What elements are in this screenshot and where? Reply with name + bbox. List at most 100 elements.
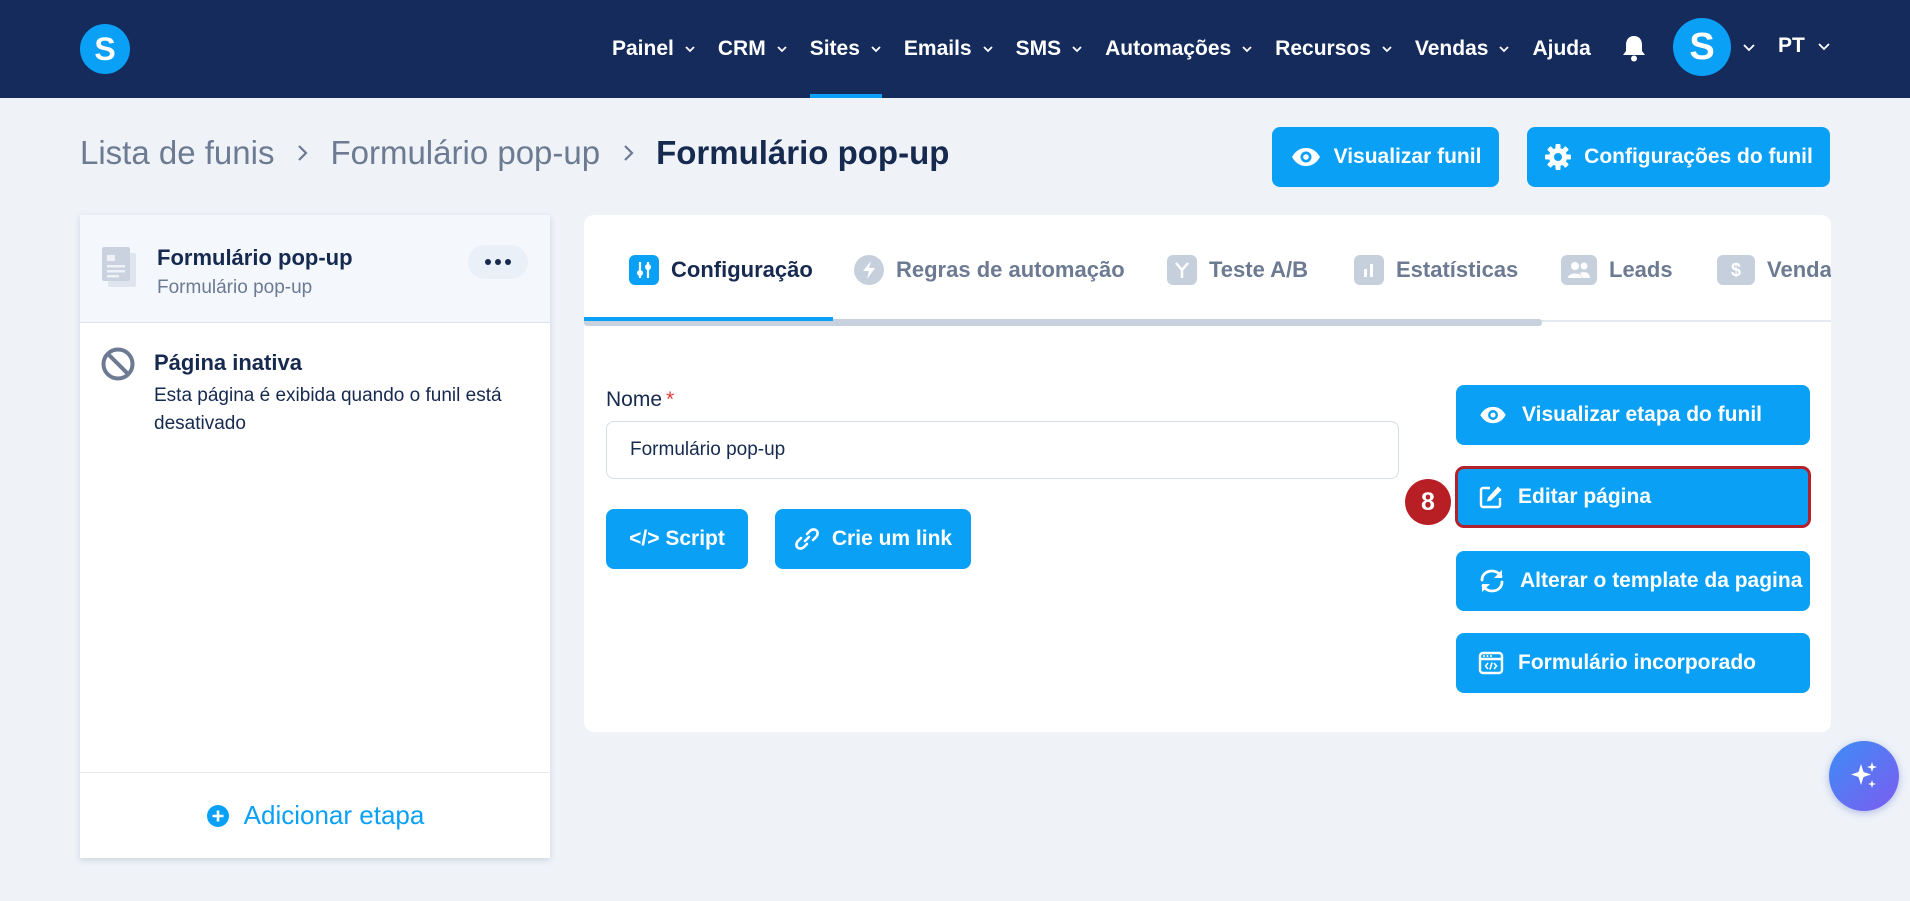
chevron-down-icon [1499,46,1510,53]
tab-label: Leads [1609,257,1673,282]
eye-icon [1480,406,1506,424]
tab-bar: Configuração Regras de automação Teste A… [584,215,1831,326]
nav-item-ajuda[interactable]: Ajuda [1532,0,1590,98]
chevron-down-icon[interactable] [1742,40,1756,54]
edit-page-button[interactable]: Editar página [1455,466,1811,528]
nav-item-recursos[interactable]: Recursos [1275,0,1393,98]
tab-label: Estatísticas [1396,257,1519,282]
nav-item-label: Vendas [1414,37,1489,60]
step-settings-panel: Configuração Regras de automação Teste A… [584,215,1831,732]
chevron-down-icon [685,46,695,53]
step-more-options-button[interactable] [468,245,528,279]
nav-item-sms[interactable]: SMS [1016,0,1084,98]
tab-regras-automacao[interactable]: Regras de automação [854,255,1125,285]
nav-item-sites[interactable]: Sites [809,0,883,98]
sliders-icon [629,255,659,285]
nav-item-label: Sites [809,37,860,60]
preview-step-button[interactable]: Visualizar etapa do funil [1456,385,1810,445]
bell-icon[interactable] [1620,33,1648,63]
preview-step-label: Visualizar etapa do funil [1522,403,1763,426]
create-link-button[interactable]: Crie um link [775,509,971,569]
dollar-icon: $ [1717,255,1755,285]
required-mark: * [666,388,675,411]
embedded-form-label: Formulário incorporado [1518,651,1757,674]
funnel-steps-sidebar: Formulário pop-up Formulário pop-up Pági… [80,215,550,858]
nav-item-label: Recursos [1275,37,1371,60]
preview-funnel-button[interactable]: Visualizar funil [1272,127,1499,187]
nav-item-label: Emails [903,37,972,60]
more-dot [495,259,501,265]
nav-item-label: Ajuda [1532,37,1591,60]
chevron-down-icon [1382,46,1392,53]
change-template-label: Alterar o template da pagina [1520,569,1803,592]
chevron-down-icon [1072,46,1082,53]
bolt-icon [854,255,884,285]
plus-circle-icon [206,804,229,827]
nav-item-painel[interactable]: Painel [612,0,696,98]
active-tab-indicator [584,317,833,321]
more-dot [505,259,511,265]
language-selector[interactable]: PT [1778,34,1831,58]
name-label-text: Nome [606,388,663,411]
nav-item-vendas[interactable]: Vendas [1415,0,1511,98]
sparkles-icon [1851,762,1877,788]
inactive-page-title[interactable]: Página inativa [154,350,302,376]
breadcrumb-item-funnel[interactable]: Formulário pop-up [330,134,600,172]
code-window-icon [1478,651,1504,675]
chevron-right-icon [298,145,309,161]
edit-page-label: Editar página [1518,485,1652,508]
script-button-label: </> Script [629,527,725,550]
link-icon [795,528,819,550]
create-link-label: Crie um link [831,527,953,550]
tab-teste-ab[interactable]: Teste A/B [1167,255,1308,285]
chevron-down-icon [982,46,993,53]
chevron-down-icon [1818,43,1830,51]
tab-label: Teste A/B [1209,257,1309,282]
step-title: Formulário pop-up [157,245,353,270]
add-step-button[interactable]: Adicionar etapa [80,772,550,858]
nav-item-emails[interactable]: Emails [904,0,994,98]
document-icon [102,247,136,287]
ai-assistant-button[interactable] [1829,741,1899,811]
edit-icon [1479,486,1502,509]
name-input[interactable] [606,421,1399,479]
tab-label: Vendas [1767,257,1831,282]
breadcrumb-item-funnel-list[interactable]: Lista de funis [80,134,274,172]
nav-item-label: CRM [717,37,766,60]
tab-configuracao[interactable]: Configuração [629,255,813,285]
tab-vendas[interactable]: $ Vendas [1717,255,1831,285]
nav-item-label: Automações [1105,37,1232,60]
refresh-icon [1480,569,1504,593]
tab-label: Regras de automação [896,257,1125,282]
tab-leads[interactable]: Leads [1561,255,1673,285]
tab-label: Configuração [671,257,813,282]
user-avatar[interactable]: S [1673,18,1731,76]
split-icon [1167,255,1197,285]
bar-chart-icon [1354,255,1384,285]
breadcrumb: Lista de funis Formulário pop-up Formulá… [80,134,949,172]
chevron-down-icon [1242,46,1252,53]
script-button[interactable]: </> Script [606,509,748,569]
nav-item-label: Painel [612,37,674,60]
tab-estatisticas[interactable]: Estatísticas [1354,255,1518,285]
step-number-badge: 8 [1405,479,1451,525]
inactive-page-description: Esta página é exibida quando o funil est… [154,385,502,434]
nav-item-automacoes[interactable]: Automações [1105,0,1253,98]
change-template-button[interactable]: Alterar o template da pagina [1456,551,1810,611]
eye-icon [1291,148,1320,166]
name-field-label: Nome * [606,388,674,412]
chevron-right-icon [624,145,634,161]
chevron-down-icon [871,46,881,53]
step-item-active[interactable]: Formulário pop-up Formulário pop-up [80,215,550,323]
language-label: PT [1778,34,1805,57]
chevron-down-icon [777,46,787,53]
funnel-settings-button[interactable]: Configurações do funil [1527,127,1830,187]
users-icon [1561,255,1597,285]
funnel-settings-label: Configurações do funil [1584,145,1813,168]
nav-item-label: SMS [1015,37,1062,60]
embedded-form-button[interactable]: Formulário incorporado [1456,633,1810,693]
ban-icon [101,347,135,381]
step-subtitle: Formulário pop-up [157,277,313,298]
app-logo[interactable]: S [80,24,130,74]
nav-item-crm[interactable]: CRM [718,0,788,98]
